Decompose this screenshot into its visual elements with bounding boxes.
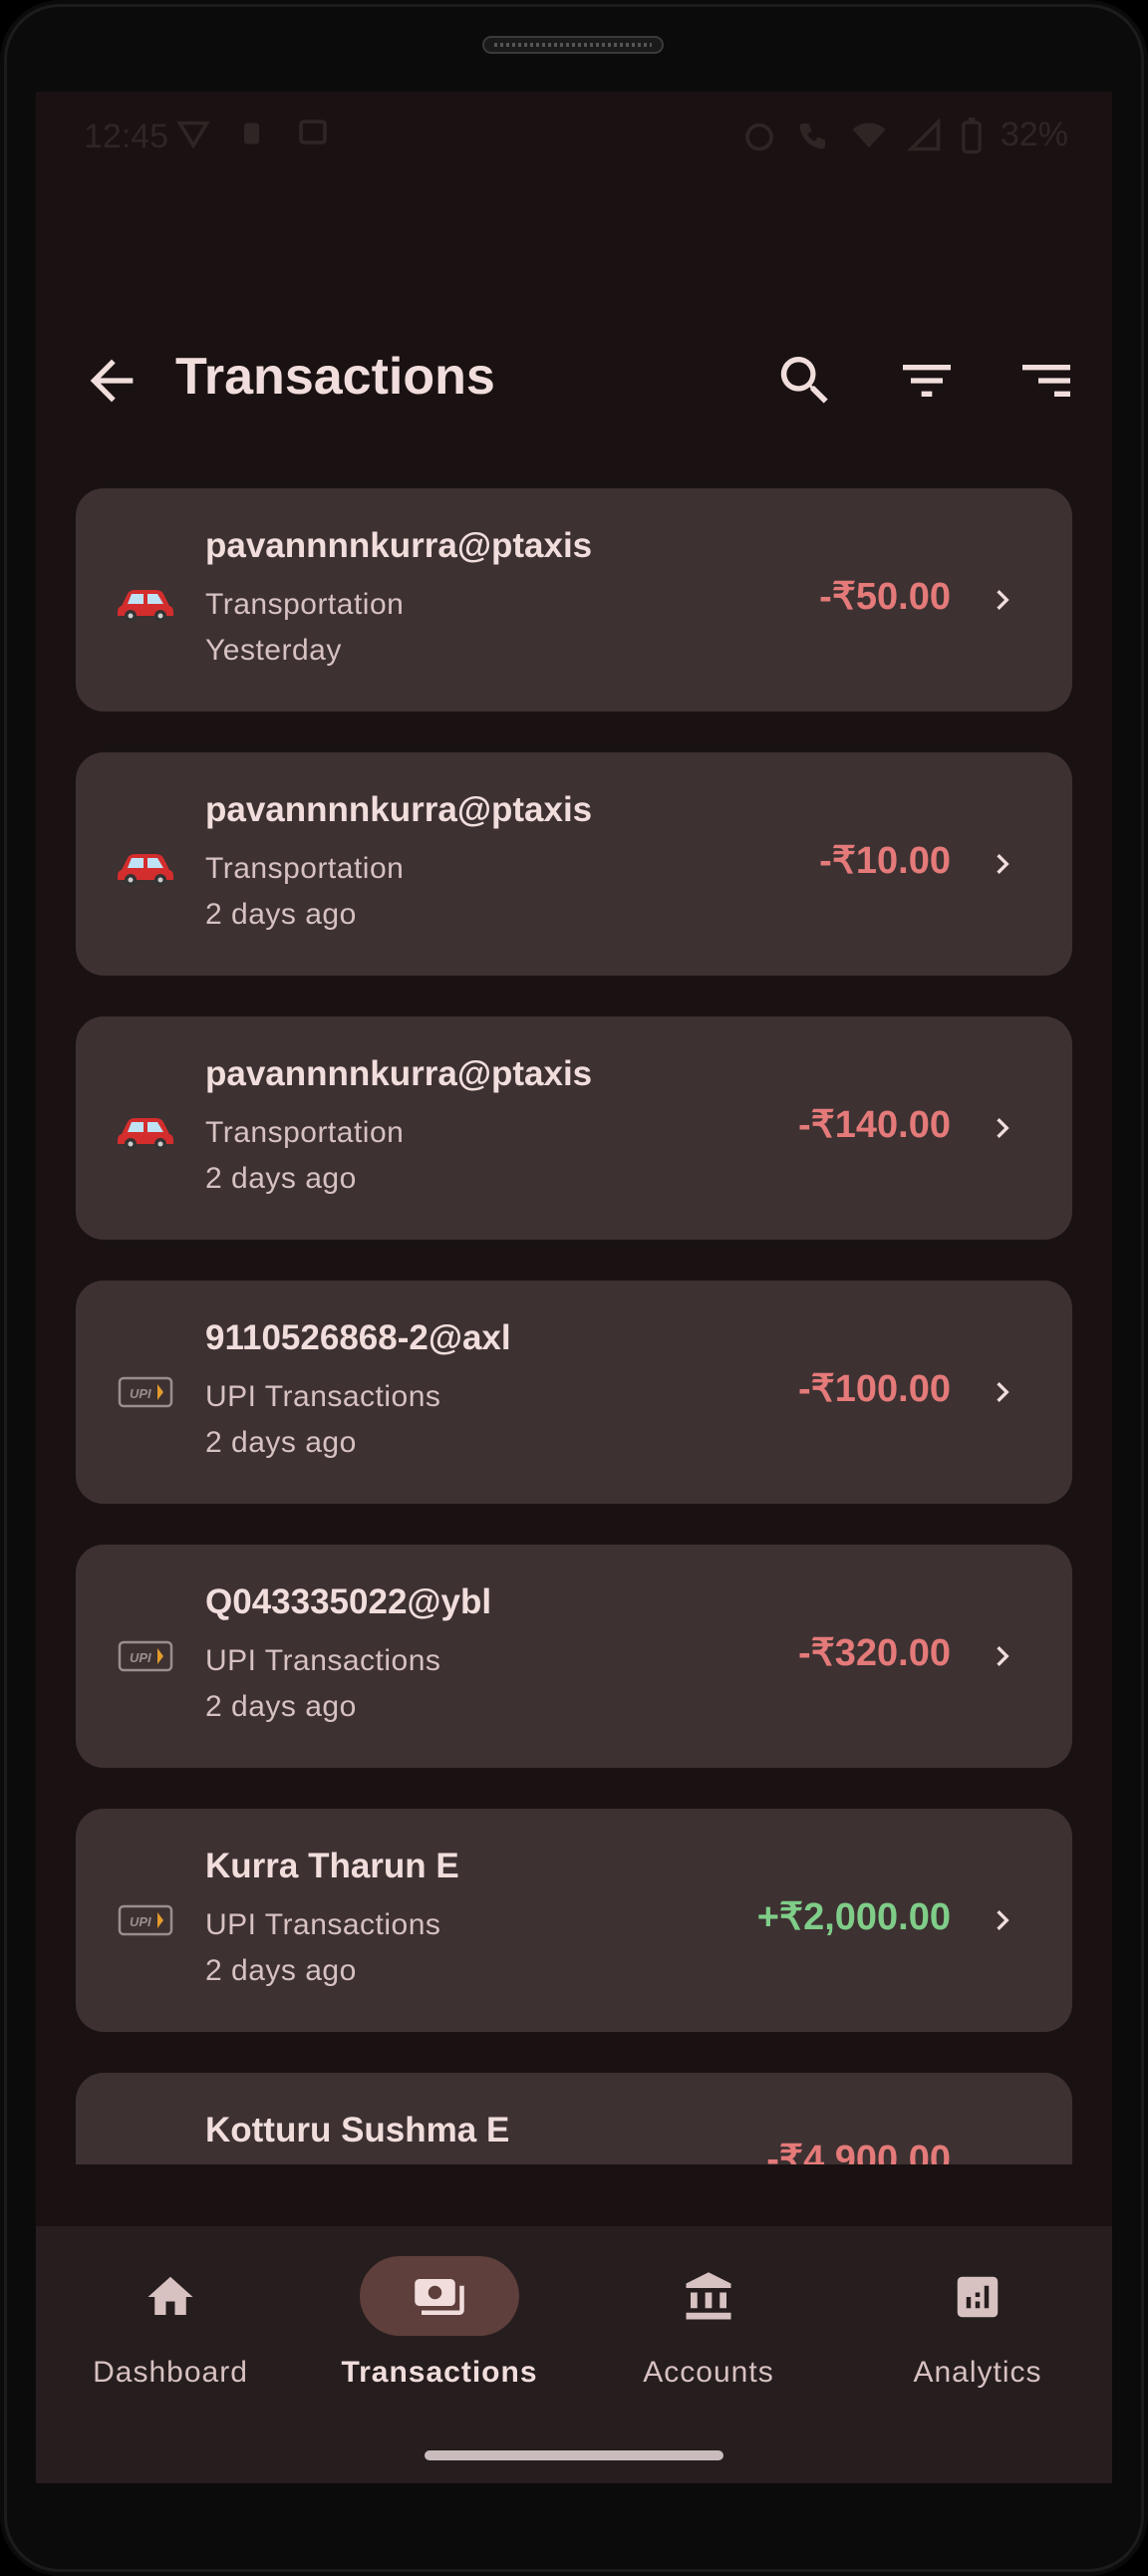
nav-label: Transactions xyxy=(341,2356,538,2389)
transaction-name: pavannnnkurra@ptaxis xyxy=(205,790,593,829)
vpn-icon xyxy=(176,121,210,149)
speaker-grille xyxy=(482,36,664,54)
transaction-category: Transportation xyxy=(205,1116,405,1149)
nav-accounts[interactable]: Accounts xyxy=(574,2256,843,2406)
chevron-right-icon xyxy=(997,1118,1009,1138)
cast-icon xyxy=(299,120,327,144)
home-icon xyxy=(147,2276,193,2315)
battery-percent: 32% xyxy=(1000,116,1068,153)
transaction-card[interactable]: pavannnnkurra@ptaxis Transportation 2 da… xyxy=(76,1016,1072,1240)
transaction-category: Transportation xyxy=(205,588,405,621)
bank-icon xyxy=(686,2272,731,2320)
chevron-right-icon xyxy=(997,1646,1009,1666)
transaction-card[interactable]: pavannnnkurra@ptaxis Transportation 2 da… xyxy=(76,752,1072,976)
status-bar: 12:45 32% xyxy=(36,92,1112,186)
nav-transactions[interactable]: Transactions xyxy=(305,2256,574,2406)
status-left-icons xyxy=(175,116,331,151)
transaction-category: UPI Transactions xyxy=(205,1908,441,1941)
transaction-card[interactable]: pavannnnkurra@ptaxis Transportation Yest… xyxy=(76,488,1072,712)
nav-analytics[interactable]: Analytics xyxy=(843,2256,1112,2406)
chevron-right-icon xyxy=(997,1910,1009,1930)
call-icon xyxy=(799,123,825,148)
transaction-name: Q043335022@ybl xyxy=(205,1582,492,1621)
page-title: Transactions xyxy=(175,348,495,406)
car-icon xyxy=(118,1118,173,1150)
transaction-date: Yesterday xyxy=(205,634,342,667)
transaction-card[interactable]: UPI Kurra Tharun E UPI Transactions 2 da… xyxy=(76,1809,1072,2032)
signal-icon xyxy=(907,117,941,150)
status-time: 12:45 xyxy=(84,118,169,155)
nav-dashboard[interactable]: Dashboard xyxy=(36,2256,305,2406)
chevron-right-icon xyxy=(997,854,1009,874)
transaction-category: Transportation xyxy=(205,852,405,885)
sort-icon[interactable] xyxy=(1014,349,1078,413)
transaction-category: UPI Transactions xyxy=(205,1644,441,1677)
top-app-bar: Transactions xyxy=(36,311,1112,450)
nav-label: Analytics xyxy=(913,2356,1042,2389)
wifi-icon xyxy=(852,122,886,147)
transaction-amount: -₹140.00 xyxy=(797,1104,951,1146)
transaction-date: 2 days ago xyxy=(205,1954,357,1987)
nav-label: Accounts xyxy=(643,2356,774,2389)
chevron-right-icon xyxy=(997,1382,1009,1402)
phone-frame: 12:45 32% Transactions pavannnnkurra@pta… xyxy=(0,0,1148,2576)
transaction-name: Kurra Tharun E xyxy=(205,1847,459,1885)
back-arrow-icon[interactable] xyxy=(80,349,144,413)
svg-text:UPI: UPI xyxy=(130,1386,151,1401)
screen: 12:45 32% Transactions pavannnnkurra@pta… xyxy=(36,92,1112,2483)
transaction-amount: -₹4,900.00 xyxy=(766,2139,951,2164)
upi-icon: UPI xyxy=(118,1376,173,1408)
car-icon xyxy=(118,854,173,886)
transaction-date: 2 days ago xyxy=(205,898,357,931)
transaction-amount: +₹2,000.00 xyxy=(756,1896,951,1938)
transaction-card[interactable]: UPI 9110526868-2@axl UPI Transactions 2 … xyxy=(76,1281,1072,1504)
search-icon[interactable] xyxy=(773,349,837,413)
transaction-amount: -₹50.00 xyxy=(819,576,951,618)
transaction-name: 9110526868-2@axl xyxy=(205,1318,511,1357)
transaction-card[interactable]: Kotturu Sushma E -₹4,900.00 xyxy=(76,2073,1072,2164)
bottom-navigation: Dashboard Transactions Accounts Analytic… xyxy=(36,2226,1112,2483)
transaction-date: 2 days ago xyxy=(205,1426,357,1459)
filter-icon[interactable] xyxy=(895,349,959,413)
svg-text:UPI: UPI xyxy=(130,1650,151,1665)
upi-icon: UPI xyxy=(118,1904,173,1936)
status-right-icons: 32% xyxy=(741,116,1068,154)
transaction-date: 2 days ago xyxy=(205,1162,357,1195)
notification-icon xyxy=(244,123,259,144)
nav-label: Dashboard xyxy=(93,2356,248,2389)
transaction-name: Kotturu Sushma E xyxy=(205,2111,510,2149)
transaction-amount: -₹320.00 xyxy=(797,1632,951,1674)
transaction-category: UPI Transactions xyxy=(205,1380,441,1413)
payments-icon xyxy=(415,2279,464,2315)
analytics-icon xyxy=(957,2276,999,2318)
transaction-date: 2 days ago xyxy=(205,1690,357,1723)
battery-icon xyxy=(962,117,982,153)
transaction-amount: -₹100.00 xyxy=(797,1368,951,1410)
transaction-list[interactable]: pavannnnkurra@ptaxis Transportation Yest… xyxy=(76,488,1072,2164)
svg-text:UPI: UPI xyxy=(130,1914,151,1929)
upi-icon: UPI xyxy=(118,1640,173,1672)
transaction-name: pavannnnkurra@ptaxis xyxy=(205,1054,593,1093)
chevron-right-icon xyxy=(997,590,1009,610)
transaction-amount: -₹10.00 xyxy=(819,840,951,882)
car-icon xyxy=(118,590,173,622)
transaction-card[interactable]: UPI Q043335022@ybl UPI Transactions 2 da… xyxy=(76,1545,1072,1768)
transaction-name: pavannnnkurra@ptaxis xyxy=(205,526,593,565)
gesture-handle[interactable] xyxy=(425,2450,723,2460)
alarm-icon xyxy=(745,123,773,150)
